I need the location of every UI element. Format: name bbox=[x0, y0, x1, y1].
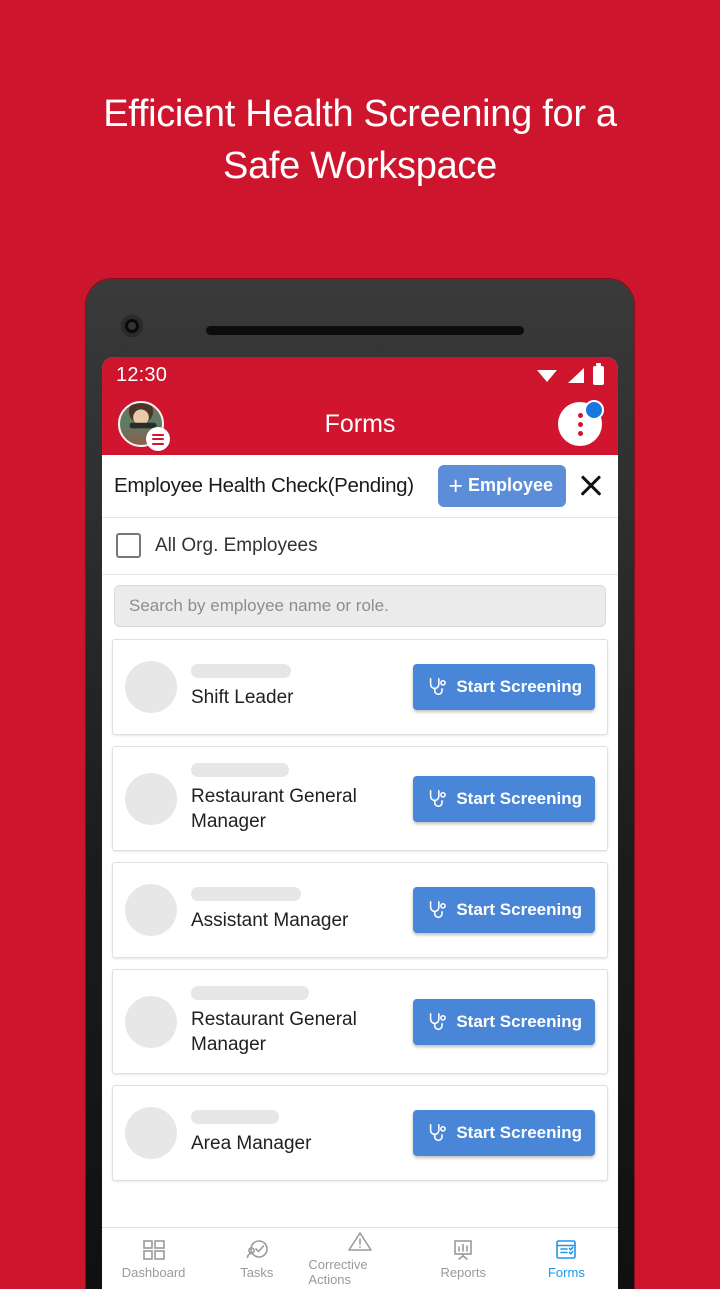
page-title: Forms bbox=[324, 409, 396, 438]
start-screening-button[interactable]: Start Screening bbox=[413, 664, 595, 710]
start-screening-label: Start Screening bbox=[456, 677, 582, 696]
nav-item-forms[interactable]: Forms bbox=[515, 1238, 618, 1280]
add-employee-label: Employee bbox=[467, 475, 553, 495]
nav-item-tasks[interactable]: Tasks bbox=[205, 1238, 308, 1280]
nav-item-dashboard[interactable]: Dashboard bbox=[102, 1238, 205, 1280]
employee-info: Area Manager bbox=[191, 1110, 413, 1156]
employee-role: Area Manager bbox=[191, 1133, 312, 1154]
avatar bbox=[125, 772, 177, 825]
avatar[interactable] bbox=[118, 401, 170, 451]
all-org-employees-label: All Org. Employees bbox=[155, 534, 318, 556]
wifi-icon bbox=[537, 370, 557, 382]
add-employee-button[interactable]: + Employee bbox=[438, 465, 566, 507]
stethoscope-icon bbox=[430, 789, 447, 807]
all-org-employees-checkbox[interactable] bbox=[116, 533, 141, 558]
employee-name-redacted bbox=[191, 986, 309, 1000]
start-screening-label: Start Screening bbox=[456, 788, 582, 808]
list-item[interactable]: Restaurant General Manager Start Screeni… bbox=[112, 969, 608, 1074]
search-container bbox=[102, 575, 618, 639]
app-bar: Forms bbox=[102, 393, 618, 455]
notification-badge bbox=[584, 400, 604, 420]
nav-item-corrective-actions[interactable]: Corrective Actions bbox=[308, 1230, 411, 1287]
employee-name-redacted bbox=[191, 763, 289, 777]
plus-icon: + bbox=[448, 471, 463, 500]
phone-bezel-top bbox=[86, 279, 634, 357]
earpiece-speaker bbox=[206, 326, 524, 335]
employee-role: Restaurant General Manager bbox=[191, 1009, 357, 1055]
start-screening-label: Start Screening bbox=[456, 900, 582, 919]
start-screening-label: Start Screening bbox=[456, 1011, 582, 1031]
avatar bbox=[125, 661, 177, 713]
nav-label: Forms bbox=[547, 1264, 585, 1280]
promo-headline: Efficient Health Screening for a Safe Wo… bbox=[103, 93, 617, 187]
employee-role: Restaurant General Manager bbox=[191, 786, 357, 832]
employee-name-redacted bbox=[191, 664, 291, 678]
grid-icon bbox=[142, 1239, 165, 1260]
employee-name-redacted bbox=[191, 1110, 279, 1124]
close-icon[interactable] bbox=[576, 471, 606, 501]
start-screening-button[interactable]: Start Screening bbox=[413, 775, 595, 822]
start-screening-label: Start Screening bbox=[456, 1123, 582, 1142]
nav-label: Corrective Actions bbox=[308, 1257, 368, 1287]
list-item[interactable]: Assistant Manager Start Screening bbox=[112, 862, 608, 958]
phone-screen: 12:30 Forms Employee Health Check(Pendin… bbox=[102, 357, 618, 1289]
stethoscope-icon bbox=[430, 677, 447, 696]
clock-check-icon bbox=[246, 1239, 268, 1258]
employee-role: Shift Leader bbox=[191, 687, 294, 708]
list-item[interactable]: Shift Leader Start Screening bbox=[112, 639, 608, 735]
avatar bbox=[125, 1107, 177, 1159]
signal-icon bbox=[568, 367, 584, 383]
employee-list[interactable]: Shift Leader Start Screening Restaurant … bbox=[102, 639, 618, 1227]
start-screening-button[interactable]: Start Screening bbox=[413, 998, 595, 1045]
employee-info: Shift Leader bbox=[191, 664, 413, 710]
status-bar: 12:30 bbox=[102, 357, 618, 393]
form-checklist-icon bbox=[556, 1239, 577, 1259]
search-input[interactable] bbox=[114, 585, 606, 627]
warning-triangle-icon bbox=[348, 1232, 372, 1251]
employee-info: Restaurant General Manager bbox=[191, 986, 413, 1057]
battery-icon bbox=[593, 362, 604, 385]
stethoscope-icon bbox=[430, 900, 447, 919]
nav-label: Reports bbox=[440, 1264, 486, 1280]
stethoscope-icon bbox=[430, 1123, 447, 1142]
list-item[interactable]: Area Manager Start Screening bbox=[112, 1085, 608, 1181]
bar-chart-easel-icon bbox=[454, 1239, 473, 1260]
status-bar-time: 12:30 bbox=[116, 363, 168, 386]
avatar bbox=[125, 995, 177, 1048]
list-item[interactable]: Restaurant General Manager Start Screeni… bbox=[112, 746, 608, 851]
start-screening-button[interactable]: Start Screening bbox=[413, 887, 595, 933]
employee-name-redacted bbox=[191, 887, 301, 901]
front-camera-icon bbox=[121, 315, 143, 337]
status-bar-icons bbox=[537, 362, 604, 385]
employee-info: Assistant Manager bbox=[191, 887, 413, 933]
nav-label: Dashboard bbox=[121, 1264, 186, 1280]
stethoscope-icon bbox=[430, 1012, 447, 1030]
all-org-employees-row[interactable]: All Org. Employees bbox=[102, 518, 618, 575]
employee-info: Restaurant General Manager bbox=[191, 763, 413, 834]
form-title: Employee Health Check(Pending) bbox=[114, 474, 414, 497]
start-screening-button[interactable]: Start Screening bbox=[413, 1110, 595, 1156]
avatar bbox=[125, 884, 177, 936]
nav-item-reports[interactable]: Reports bbox=[412, 1238, 515, 1280]
employee-role: Assistant Manager bbox=[191, 910, 349, 931]
form-header: Employee Health Check(Pending) + Employe… bbox=[102, 455, 618, 518]
phone-device-frame: 12:30 Forms Employee Health Check(Pendin… bbox=[86, 279, 634, 1289]
hamburger-menu-icon[interactable] bbox=[146, 427, 170, 451]
overflow-menu-button[interactable] bbox=[558, 400, 604, 446]
nav-label: Tasks bbox=[240, 1264, 274, 1280]
